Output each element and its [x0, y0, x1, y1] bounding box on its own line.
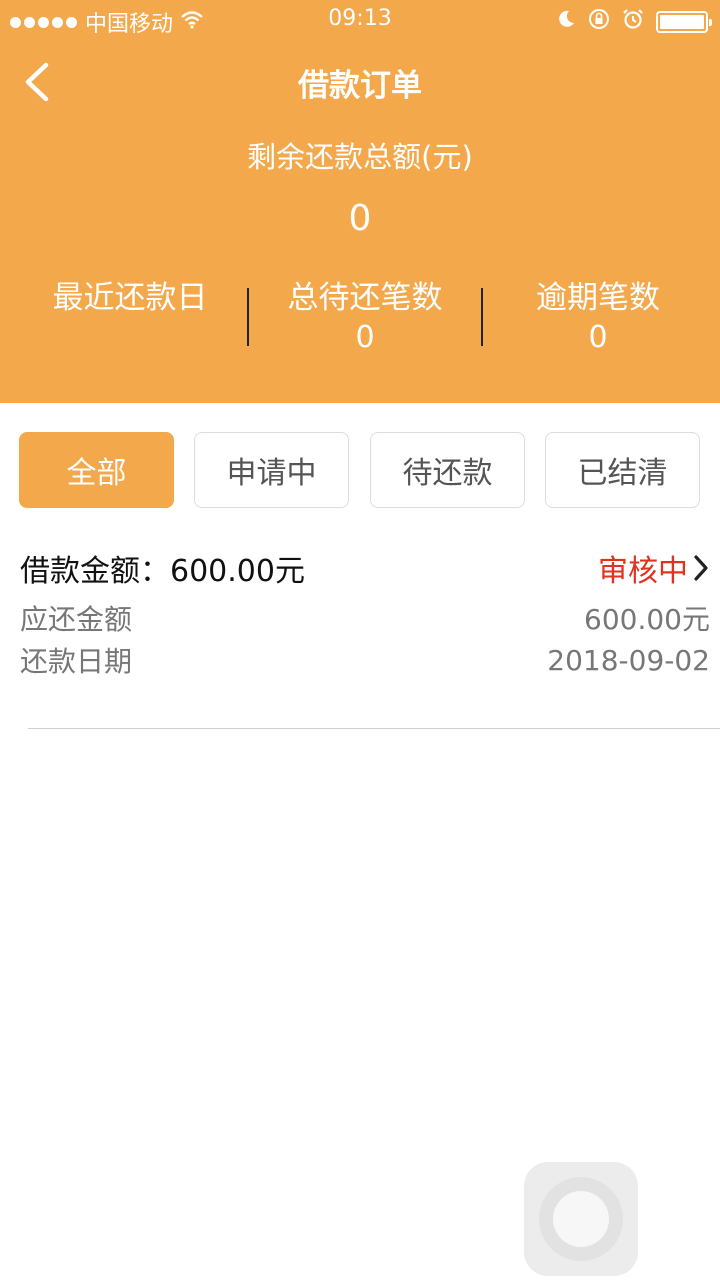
page-title: 借款订单	[298, 68, 422, 104]
rotation-lock-icon	[588, 8, 610, 36]
loan-amount-label: 借款金额：	[20, 554, 170, 589]
order-status: 审核中	[598, 546, 710, 590]
moon-icon	[556, 9, 576, 35]
remaining-total-label: 剩余还款总额(元)	[247, 140, 473, 174]
tab-settled[interactable]: 已结清	[545, 432, 700, 508]
chevron-right-icon	[694, 555, 708, 581]
due-amount-row: 应还金额 600.00元	[20, 598, 710, 638]
due-date-label: 还款日期	[20, 645, 133, 678]
list-divider	[28, 728, 720, 729]
due-amount-label: 应还金额	[20, 603, 133, 636]
loan-amount: 借款金额：600.00元	[20, 546, 305, 590]
alarm-icon	[622, 8, 644, 36]
status-badge: 审核中	[598, 554, 688, 589]
due-date-value: 2018-09-02	[547, 643, 710, 677]
loan-amount-value: 600.00元	[170, 554, 305, 589]
due-amount-value: 600.00元	[584, 603, 710, 636]
stat-label: 最近还款日	[52, 280, 208, 316]
header-panel: 中国移动 09:13 借款订单 剩余还款总额(元) 0 最近还款日 总待还笔数 …	[0, 0, 720, 403]
due-date-row: 还款日期 2018-09-02	[20, 640, 710, 680]
remaining-total-value: 0	[348, 198, 372, 239]
stat-label: 总待还笔数	[287, 280, 443, 316]
stats-row: 最近还款日 总待还笔数 0 逾期笔数 0	[0, 276, 720, 356]
filter-tabs: 全部 申请中 待还款 已结清	[0, 432, 720, 508]
stat-label: 逾期笔数	[536, 280, 660, 316]
tab-all[interactable]: 全部	[19, 432, 174, 508]
assistive-touch-button[interactable]	[524, 1162, 638, 1276]
battery-icon	[656, 11, 712, 33]
stat-value: 0	[588, 320, 608, 355]
status-bar: 中国移动 09:13	[0, 0, 720, 40]
assistive-touch-icon	[539, 1177, 623, 1261]
stat-latest-due-date: 最近还款日	[10, 276, 250, 320]
tab-applying[interactable]: 申请中	[194, 432, 349, 508]
stat-value: 0	[355, 320, 375, 355]
order-item[interactable]: 借款金额：600.00元 审核中 应还金额 600.00元 还款日期 2018-…	[0, 540, 720, 730]
tab-pending-repayment[interactable]: 待还款	[370, 432, 525, 508]
stat-pending-count: 总待还笔数 0	[245, 276, 485, 356]
stat-overdue-count: 逾期笔数 0	[478, 276, 718, 356]
